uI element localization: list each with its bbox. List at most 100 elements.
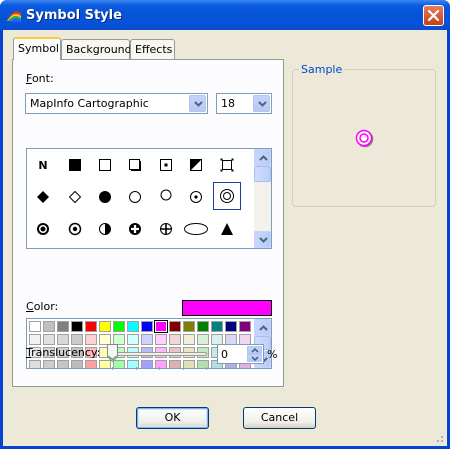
symbol-picker[interactable]: N bbox=[26, 148, 272, 249]
color-cell[interactable] bbox=[57, 321, 69, 332]
double-circle-symbol[interactable] bbox=[213, 182, 241, 210]
color-cell[interactable] bbox=[141, 334, 153, 345]
bullseye-symbol[interactable] bbox=[63, 217, 87, 241]
font-value: MapInfo Cartographic bbox=[30, 97, 149, 110]
palette-scroll-up-button[interactable] bbox=[254, 319, 271, 336]
small-circle-symbol[interactable] bbox=[154, 183, 178, 207]
color-cell[interactable] bbox=[113, 321, 125, 332]
color-cell[interactable] bbox=[85, 334, 97, 345]
filled-square-symbol[interactable] bbox=[63, 153, 87, 177]
symbol-style-dialog: Symbol Style Symbol Background Effects F… bbox=[0, 0, 450, 449]
dialog-body: Symbol Background Effects Font: MapInfo … bbox=[3, 30, 447, 446]
chevron-down-icon bbox=[251, 356, 259, 361]
translucency-slider-track[interactable] bbox=[111, 352, 207, 356]
color-cell[interactable] bbox=[183, 360, 195, 368]
tab-effects[interactable]: Effects bbox=[130, 39, 175, 59]
scroll-down-button[interactable] bbox=[254, 231, 271, 248]
symbol-scrollbar[interactable] bbox=[254, 149, 271, 248]
color-label: Color: bbox=[26, 300, 59, 313]
color-cell[interactable] bbox=[71, 360, 83, 368]
color-cell[interactable] bbox=[155, 334, 167, 345]
dotted-square-symbol[interactable] bbox=[154, 153, 178, 177]
close-button[interactable] bbox=[423, 5, 444, 26]
color-cell[interactable] bbox=[29, 321, 41, 332]
hollow-diamond-symbol[interactable] bbox=[63, 185, 87, 209]
filled-circle-symbol[interactable] bbox=[93, 185, 117, 209]
ellipse-symbol[interactable] bbox=[182, 217, 210, 241]
scroll-up-button[interactable] bbox=[254, 149, 271, 166]
letter-n-symbol[interactable]: N bbox=[31, 153, 55, 177]
color-cell[interactable] bbox=[43, 360, 55, 368]
font-size-dropdown-button[interactable] bbox=[253, 95, 270, 112]
cornered-square-symbol[interactable] bbox=[215, 153, 239, 177]
translucency-value: 0 bbox=[221, 348, 228, 361]
translucency-spinbox[interactable]: 0 bbox=[217, 344, 264, 364]
color-cell[interactable] bbox=[141, 360, 153, 368]
translucency-slider-thumb[interactable] bbox=[107, 344, 118, 362]
color-cell[interactable] bbox=[154, 320, 168, 333]
color-cell[interactable] bbox=[183, 334, 195, 345]
color-cell[interactable] bbox=[71, 321, 83, 332]
color-cell[interactable] bbox=[155, 360, 167, 368]
color-cell[interactable] bbox=[141, 321, 153, 332]
font-size-combo[interactable]: 18 bbox=[216, 93, 272, 114]
scroll-thumb[interactable] bbox=[254, 166, 271, 182]
ring-dot-symbol[interactable] bbox=[31, 217, 55, 241]
color-cell[interactable] bbox=[197, 360, 209, 368]
ok-button[interactable]: OK bbox=[136, 407, 209, 429]
filled-diamond-symbol[interactable] bbox=[31, 185, 55, 209]
color-cell[interactable] bbox=[43, 321, 55, 332]
color-cell[interactable] bbox=[225, 321, 237, 332]
chevron-up-icon bbox=[259, 325, 268, 331]
sample-double-circle-symbol bbox=[355, 129, 374, 148]
filled-triangle-symbol[interactable] bbox=[215, 217, 239, 241]
half-circle-symbol[interactable] bbox=[93, 217, 117, 241]
color-cell[interactable] bbox=[71, 334, 83, 345]
color-cell[interactable] bbox=[183, 321, 195, 332]
color-cell[interactable] bbox=[197, 321, 209, 332]
mapinfo-rainbow-icon bbox=[7, 11, 21, 22]
color-cell[interactable] bbox=[57, 334, 69, 345]
color-cell[interactable] bbox=[127, 360, 139, 368]
color-cell[interactable] bbox=[169, 321, 181, 332]
chevron-down-icon bbox=[258, 101, 267, 107]
chevron-down-icon bbox=[194, 101, 203, 107]
color-cell[interactable] bbox=[85, 321, 97, 332]
circle-cross-symbol[interactable] bbox=[154, 217, 178, 241]
dotted-circle-symbol[interactable] bbox=[184, 185, 208, 209]
color-cell[interactable] bbox=[43, 334, 55, 345]
color-cell[interactable] bbox=[99, 321, 111, 332]
slider-tick bbox=[136, 367, 137, 370]
spin-down-button[interactable] bbox=[247, 354, 262, 362]
color-cell[interactable] bbox=[127, 321, 139, 332]
color-cell[interactable] bbox=[239, 321, 251, 332]
tab-background[interactable]: Background bbox=[61, 39, 132, 59]
cancel-button[interactable]: Cancel bbox=[243, 407, 316, 429]
font-combo[interactable]: MapInfo Cartographic bbox=[25, 93, 208, 114]
color-cell[interactable] bbox=[29, 334, 41, 345]
font-dropdown-button[interactable] bbox=[189, 95, 206, 112]
chevron-down-icon bbox=[259, 237, 268, 243]
hollow-square-symbol[interactable] bbox=[93, 153, 117, 177]
color-cell[interactable] bbox=[169, 334, 181, 345]
font-size-value: 18 bbox=[221, 97, 235, 110]
selected-color-swatch[interactable] bbox=[182, 300, 272, 316]
tab-symbol[interactable]: Symbol bbox=[13, 37, 61, 60]
color-cell[interactable] bbox=[85, 360, 97, 368]
slider-tick bbox=[183, 367, 184, 370]
percent-unit: % bbox=[267, 348, 278, 361]
spin-up-button[interactable] bbox=[247, 346, 262, 354]
resize-grip-icon[interactable] bbox=[434, 433, 444, 443]
color-cell[interactable] bbox=[127, 334, 139, 345]
color-cell[interactable] bbox=[169, 360, 181, 368]
color-cell[interactable] bbox=[29, 360, 41, 368]
color-cell[interactable] bbox=[197, 334, 209, 345]
title-bar[interactable]: Symbol Style bbox=[0, 0, 450, 30]
color-cell[interactable] bbox=[211, 321, 223, 332]
shadow-square-symbol[interactable] bbox=[123, 153, 147, 177]
circle-plus-symbol[interactable] bbox=[123, 217, 147, 241]
color-cell[interactable] bbox=[57, 360, 69, 368]
font-label-text: ont: bbox=[31, 72, 54, 85]
hollow-circle-symbol[interactable] bbox=[123, 185, 147, 209]
half-square-symbol[interactable] bbox=[184, 153, 208, 177]
